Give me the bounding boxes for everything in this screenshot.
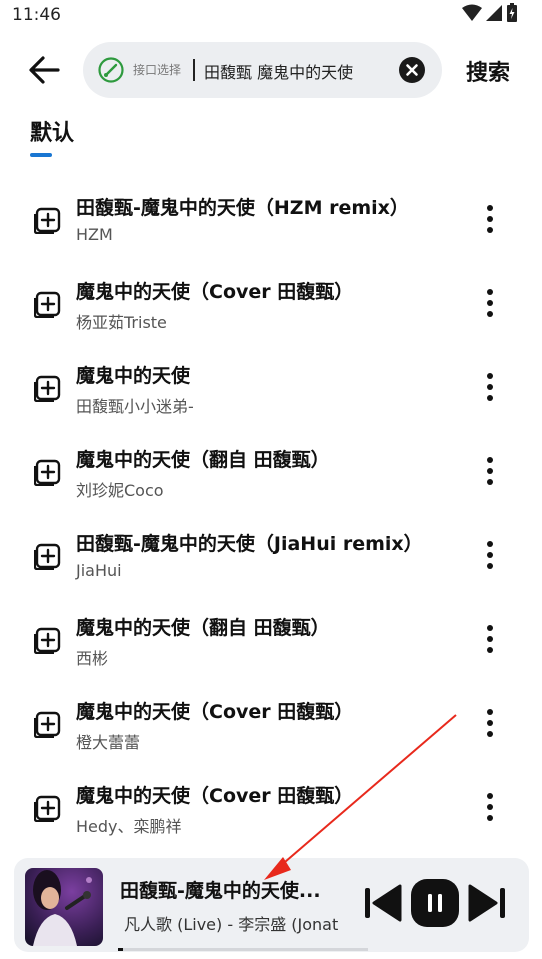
signal-icon — [486, 5, 502, 21]
next-track-icon[interactable] — [468, 882, 508, 924]
status-icons — [462, 3, 518, 23]
more-options-icon[interactable] — [478, 707, 502, 739]
song-row[interactable]: 魔鬼中的天使（翻自 田馥甄） 刘珍妮Coco — [0, 428, 542, 512]
add-to-playlist-icon[interactable] — [34, 206, 62, 234]
song-row[interactable]: 魔鬼中的天使（Cover 田馥甄） Hedy、栾鹏祥 — [0, 764, 542, 848]
more-options-icon[interactable] — [478, 455, 502, 487]
song-list: 田馥甄-魔鬼中的天使（HZM remix） HZM 魔鬼中的天使（Cover 田… — [0, 176, 542, 848]
search-button[interactable]: 搜索 — [466, 55, 510, 87]
song-title: 魔鬼中的天使（Cover 田馥甄） — [76, 281, 354, 303]
add-to-playlist-icon[interactable] — [34, 374, 62, 402]
song-title: 魔鬼中的天使（翻自 田馥甄） — [76, 449, 330, 471]
song-row[interactable]: 魔鬼中的天使（翻自 田馥甄） 西彬 — [0, 596, 542, 680]
song-artist: 杨亚茹Triste — [76, 313, 167, 332]
now-playing-title[interactable]: 田馥甄-魔鬼中的天使... — [120, 876, 356, 903]
mini-player[interactable]: 田馥甄-魔鬼中的天使... 凡人歌 (Live) - 李宗盛 (Jonat — [14, 858, 529, 952]
song-title: 魔鬼中的天使（翻自 田馥甄） — [76, 617, 330, 639]
album-cover[interactable] — [25, 868, 103, 946]
clear-search-icon[interactable] — [399, 57, 425, 83]
song-title: 魔鬼中的天使 — [76, 365, 191, 387]
song-artist: 刘珍妮Coco — [76, 481, 164, 500]
add-to-playlist-icon[interactable] — [34, 290, 62, 318]
more-options-icon[interactable] — [478, 791, 502, 823]
song-row[interactable]: 魔鬼中的天使 田馥甄小小迷弟- — [0, 344, 542, 428]
song-row[interactable]: 田馥甄-魔鬼中的天使（HZM remix） HZM — [0, 176, 542, 260]
song-artist: 橙大蕾蕾 — [76, 733, 141, 752]
song-title: 魔鬼中的天使（Cover 田馥甄） — [76, 785, 354, 807]
interface-select-icon[interactable] — [97, 56, 125, 84]
song-row[interactable]: 魔鬼中的天使（Cover 田馥甄） 杨亚茹Triste — [0, 260, 542, 344]
status-bar: 11:46 — [0, 0, 542, 32]
battery-icon — [507, 3, 517, 22]
song-artist: HZM — [76, 225, 113, 244]
search-divider — [193, 59, 195, 81]
song-row[interactable]: 田馥甄-魔鬼中的天使（JiaHui remix） JiaHui — [0, 512, 542, 596]
song-title: 田馥甄-魔鬼中的天使（JiaHui remix） — [76, 533, 423, 555]
add-to-playlist-icon[interactable] — [34, 710, 62, 738]
more-options-icon[interactable] — [478, 287, 502, 319]
add-to-playlist-icon[interactable] — [34, 542, 62, 570]
playback-progress-fill — [118, 948, 123, 951]
more-options-icon[interactable] — [478, 623, 502, 655]
song-artist: 西彬 — [76, 649, 109, 668]
tab-default[interactable]: 默认 — [30, 115, 74, 147]
now-playing-subtitle[interactable]: 凡人歌 (Live) - 李宗盛 (Jonat — [124, 911, 356, 935]
add-to-playlist-icon[interactable] — [34, 794, 62, 822]
interface-select-label[interactable]: 接口选择 — [133, 61, 181, 78]
add-to-playlist-icon[interactable] — [34, 458, 62, 486]
song-title: 田馥甄-魔鬼中的天使（HZM remix） — [76, 197, 409, 219]
more-options-icon[interactable] — [478, 203, 502, 235]
search-box[interactable]: 接口选择 田馥甄 魔鬼中的天使 — [83, 42, 442, 98]
song-artist: Hedy、栾鹏祥 — [76, 817, 182, 836]
wifi-icon — [462, 4, 482, 21]
previous-track-icon[interactable] — [362, 882, 402, 924]
playback-progress[interactable] — [118, 948, 368, 951]
tab-indicator — [30, 153, 52, 157]
song-artist: JiaHui — [76, 561, 122, 580]
more-options-icon[interactable] — [478, 539, 502, 571]
song-title: 魔鬼中的天使（Cover 田馥甄） — [76, 701, 354, 723]
more-options-icon[interactable] — [478, 371, 502, 403]
song-row[interactable]: 魔鬼中的天使（Cover 田馥甄） 橙大蕾蕾 — [0, 680, 542, 764]
add-to-playlist-icon[interactable] — [34, 626, 62, 654]
song-artist: 田馥甄小小迷弟- — [76, 397, 194, 416]
status-time: 11:46 — [12, 5, 61, 25]
search-input[interactable]: 田馥甄 魔鬼中的天使 — [204, 59, 353, 83]
back-arrow-icon[interactable] — [26, 52, 62, 88]
pause-icon[interactable] — [410, 878, 460, 928]
